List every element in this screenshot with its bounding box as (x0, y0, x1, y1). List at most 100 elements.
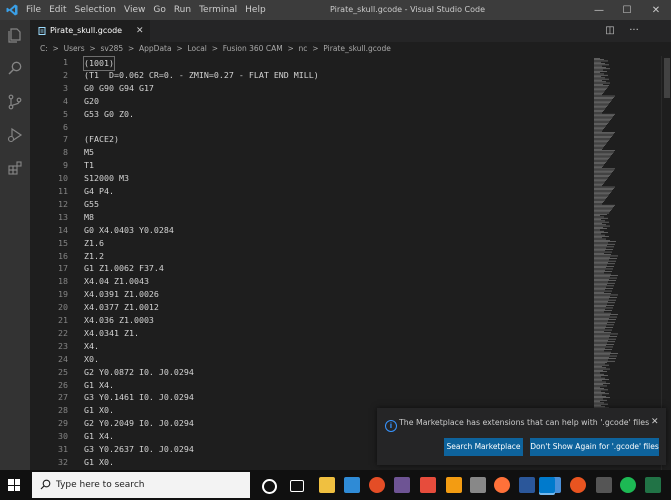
minimap-line (594, 197, 607, 198)
minimap-line (594, 167, 602, 168)
word-icon[interactable] (519, 477, 535, 493)
github-icon[interactable] (394, 477, 410, 493)
notification-close-icon[interactable]: ✕ (651, 417, 659, 427)
code-line[interactable]: 3 G0 G90 G94 G17 (30, 82, 590, 95)
breadcrumb-appdata[interactable]: AppData (139, 44, 172, 53)
pdf-icon[interactable] (420, 477, 436, 493)
store-icon[interactable] (344, 477, 360, 493)
line-code: G3 Y0.2637 I0. J0.0294 (84, 444, 194, 454)
minimize-button[interactable]: — (584, 0, 614, 20)
code-line[interactable]: 26 G1 X4. (30, 379, 590, 392)
more-actions-icon[interactable]: ··· (627, 24, 641, 38)
extensions-icon[interactable] (7, 160, 23, 176)
code-line[interactable]: 14 G0 X4.0403 Y0.0284 (30, 224, 590, 237)
task-view-icon[interactable] (290, 480, 304, 492)
cortana-icon[interactable] (262, 479, 277, 494)
minimap-line (594, 321, 615, 323)
menu-view[interactable]: View (124, 5, 145, 15)
maximize-button[interactable]: ☐ (612, 0, 642, 20)
minimap-line (594, 180, 606, 181)
search-icon[interactable] (7, 60, 23, 76)
code-line[interactable]: 18 X4.04 Z1.0043 (30, 275, 590, 288)
minimap-line (594, 406, 605, 408)
code-line[interactable]: 4 G20 (30, 95, 590, 108)
code-line[interactable]: 19 X4.0391 Z1.0026 (30, 288, 590, 301)
code-line[interactable]: 10 S12000 M3 (30, 172, 590, 185)
code-line[interactable]: 21 X4.036 Z1.0003 (30, 314, 590, 327)
menu-selection[interactable]: Selection (75, 5, 116, 15)
tab-pirate-skull[interactable]: Pirate_skull.gcode ✕ (30, 20, 150, 42)
breadcrumb-fusion[interactable]: Fusion 360 CAM (223, 44, 283, 53)
line-number: 16 (58, 250, 68, 261)
scrollbar-thumb[interactable] (664, 58, 670, 98)
code-line[interactable]: 7 (FACE2) (30, 133, 590, 146)
taskbar-search-box[interactable]: Type here to search (32, 472, 250, 498)
spotify-icon[interactable] (620, 477, 636, 493)
minimap-line (594, 164, 604, 166)
code-line[interactable]: 13 M8 (30, 211, 590, 224)
firefox-icon[interactable] (494, 477, 510, 493)
windows-start-icon[interactable] (8, 479, 20, 491)
chrome-icon[interactable] (369, 477, 385, 493)
minimap-line (594, 299, 616, 301)
code-line[interactable]: 24 X0. (30, 353, 590, 366)
code-line[interactable]: 25 G2 Y0.0872 I0. J0.0294 (30, 366, 590, 379)
menu-run[interactable]: Run (174, 5, 191, 15)
code-line[interactable]: 5 G53 G0 Z0. (30, 108, 590, 121)
search-placeholder: Type here to search (56, 480, 145, 490)
code-line[interactable]: 17 G1 Z1.0062 F37.4 (30, 262, 590, 275)
minimap-line (594, 145, 605, 146)
dont-show-again-button[interactable]: Don't Show Again for '.gcode' files (530, 438, 659, 456)
line-number: 1 (63, 57, 68, 67)
source-control-icon[interactable] (7, 94, 23, 110)
tab-close-icon[interactable]: ✕ (136, 20, 144, 42)
minimap-line (594, 152, 613, 154)
file-explorer-icon[interactable] (319, 477, 335, 493)
menu-go[interactable]: Go (153, 5, 165, 15)
minimap-line (594, 232, 608, 233)
breadcrumb-users[interactable]: Users (64, 44, 85, 53)
search-marketplace-button[interactable]: Search Marketplace (444, 438, 523, 456)
code-line[interactable]: 23 X4. (30, 340, 590, 353)
minimap-line (594, 306, 606, 307)
code-line[interactable]: 6 (30, 121, 590, 134)
fusion360-icon[interactable] (446, 477, 462, 493)
breadcrumb-drive[interactable]: C: (40, 44, 48, 53)
code-line[interactable]: 15 Z1.6 (30, 237, 590, 250)
minimap-line (594, 288, 613, 289)
code-line[interactable]: 16 Z1.2 (30, 250, 590, 263)
settings-icon[interactable] (470, 477, 486, 493)
vscode-icon[interactable] (539, 477, 555, 493)
breadcrumb-file[interactable]: Pirate_skull.gcode (323, 44, 391, 53)
close-window-button[interactable]: ✕ (641, 0, 671, 20)
minimap-line (594, 219, 601, 220)
code-line[interactable]: 27 G3 Y0.1461 I0. J0.0294 (30, 391, 590, 404)
code-line[interactable]: 22 X4.0341 Z1. (30, 327, 590, 340)
breadcrumb-local[interactable]: Local (187, 44, 206, 53)
breadcrumb-user[interactable]: sv285 (101, 44, 124, 53)
minimap-line (594, 376, 601, 378)
terminal-icon[interactable] (596, 477, 612, 493)
code-line[interactable]: 2 (T1 D=0.062 CR=0. - ZMIN=0.27 - FLAT EN… (30, 69, 590, 82)
minimap-line (594, 191, 611, 193)
code-line[interactable]: 20 X4.0377 Z1.0012 (30, 301, 590, 314)
minimap-line (594, 103, 609, 105)
split-editor-icon[interactable]: ◫ (603, 24, 617, 38)
ubuntu-icon[interactable] (570, 477, 586, 493)
breadcrumb-nc[interactable]: nc (299, 44, 308, 53)
run-debug-icon[interactable] (7, 127, 23, 143)
excel-icon[interactable] (645, 477, 661, 493)
minimap-line (594, 363, 605, 365)
code-line[interactable]: 9 T1 (30, 159, 590, 172)
menu-edit[interactable]: Edit (49, 5, 66, 15)
minimap-line (594, 277, 617, 279)
code-line[interactable]: 8 M5 (30, 146, 590, 159)
explorer-icon[interactable] (7, 27, 23, 43)
minimap-line (594, 308, 605, 310)
code-line[interactable]: 1 (1001) (30, 56, 590, 71)
code-line[interactable]: 12 G55 (30, 198, 590, 211)
code-line[interactable]: 11 G4 P4. (30, 185, 590, 198)
menu-terminal[interactable]: Terminal (199, 5, 237, 15)
menu-help[interactable]: Help (245, 5, 266, 15)
menu-file[interactable]: File (26, 5, 41, 15)
